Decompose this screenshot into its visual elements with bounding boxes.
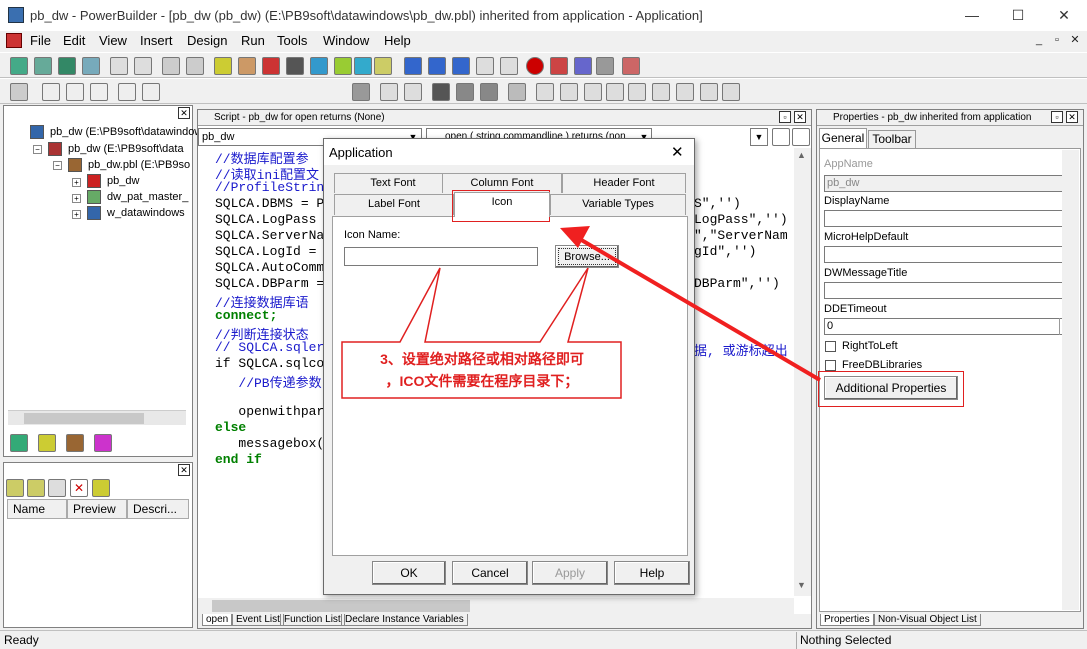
tab-icon[interactable]: Icon [454,192,550,217]
annotation-line-1: 3、设置绝对路径或相对路径即可 [380,351,584,367]
annotation-line-2: ，ICO文件需要在程序目录下； [385,373,579,389]
annotation-text: 3、设置绝对路径或相对路径即可 ，ICO文件需要在程序目录下； [344,348,620,392]
status-divider [796,632,797,649]
annotation-overlay [341,226,822,399]
selection-status: Nothing Selected [800,633,892,647]
status-text: Ready [4,633,39,647]
status-bar: Ready Nothing Selected [0,630,1087,649]
